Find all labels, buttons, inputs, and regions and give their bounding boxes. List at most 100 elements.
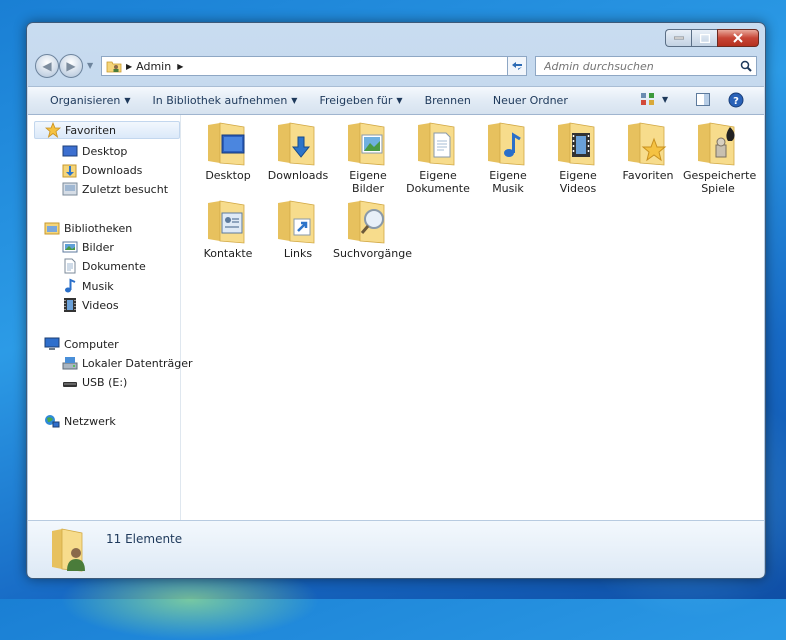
address-row: ◀ ▶ ▼ ▶ Admin ▶ ▼ — [33, 53, 759, 79]
close-button[interactable] — [717, 29, 759, 47]
music-folder-icon — [484, 119, 532, 167]
new-folder-label: Neuer Ordner — [492, 94, 568, 107]
folder-pictures[interactable]: Eigene Bilder — [333, 119, 403, 195]
breadcrumb-separator-icon: ▶ — [177, 61, 184, 71]
library-label: In Bibliothek aufnehmen — [152, 94, 288, 107]
view-options-button[interactable]: ▼ — [640, 92, 668, 106]
item-label: Eigene Musik — [489, 169, 527, 195]
nav-label: Downloads — [82, 163, 143, 177]
nav-downloads[interactable]: Downloads — [62, 161, 142, 179]
desktop-icon — [62, 143, 78, 159]
maximize-icon — [699, 33, 710, 43]
nav-desktop[interactable]: Desktop — [62, 142, 127, 160]
nav-music[interactable]: Musik — [62, 277, 114, 295]
nav-documents[interactable]: Dokumente — [62, 257, 146, 275]
chevron-down-icon: ▼ — [662, 94, 669, 104]
burn-button[interactable]: Brennen — [425, 94, 471, 107]
nav-videos[interactable]: Videos — [62, 296, 119, 314]
back-arrow-icon: ◀ — [42, 59, 52, 73]
nav-label: Computer — [64, 337, 119, 351]
organize-label: Organisieren — [50, 94, 121, 107]
breadcrumb-admin[interactable]: Admin — [136, 60, 171, 73]
usb-drive-icon — [62, 374, 78, 390]
organize-menu[interactable]: Organisieren ▼ — [50, 94, 130, 107]
item-label: Gespeicherte Spiele — [683, 169, 757, 195]
details-pane: 11 Elemente — [28, 520, 764, 578]
item-label: Eigene Videos — [559, 169, 597, 195]
refresh-button[interactable] — [507, 56, 527, 76]
nav-label: Zuletzt besucht — [82, 182, 169, 196]
folder-saved-games[interactable]: Gespeicherte Spiele — [683, 119, 757, 195]
navigation-pane: Favoriten Desktop Downloads Zuletzt besu… — [28, 115, 193, 520]
hard-drive-icon — [62, 355, 78, 371]
user-folder-icon — [106, 61, 122, 73]
recent-pages-chevron-icon[interactable]: ▼ — [87, 61, 93, 70]
nav-favorites[interactable]: Favoriten — [34, 121, 180, 139]
file-list: Desktop Downloads Eigene Bilder Eigene D… — [181, 115, 764, 520]
share-label: Freigeben für — [319, 94, 393, 107]
minimize-button[interactable] — [665, 29, 691, 47]
recent-places-icon — [62, 181, 78, 197]
nav-pictures[interactable]: Bilder — [62, 238, 114, 256]
favorites-folder-icon — [624, 119, 672, 167]
help-button[interactable]: ? — [728, 92, 744, 111]
explorer-window: ◀ ▶ ▼ ▶ Admin ▶ ▼ — [26, 22, 766, 579]
view-grid-icon — [641, 93, 654, 105]
nav-network[interactable]: Netzwerk — [44, 412, 116, 430]
nav-local-disk[interactable]: Lokaler Datenträger — [62, 354, 193, 372]
item-label: Downloads — [267, 169, 329, 182]
desktop-folder-icon — [204, 119, 252, 167]
nav-label: Favoriten — [65, 123, 116, 137]
saved-games-folder-icon — [694, 119, 742, 167]
user-folder-large-icon — [48, 525, 92, 576]
close-icon — [733, 33, 743, 43]
film-strip-icon — [62, 297, 78, 313]
caption-buttons — [665, 29, 759, 47]
pictures-folder-icon — [344, 119, 392, 167]
item-label: Eigene Bilder — [349, 169, 387, 195]
forward-button[interactable]: ▶ — [59, 54, 83, 78]
searches-folder-icon — [344, 197, 392, 245]
chevron-down-icon: ▼ — [396, 96, 403, 105]
search-input[interactable] — [542, 58, 734, 74]
nav-usb[interactable]: USB (E:) — [62, 373, 127, 391]
nav-label: Musik — [82, 279, 114, 293]
address-bar[interactable]: ▶ Admin ▶ ▼ — [101, 56, 527, 76]
nav-recent[interactable]: Zuletzt besucht — [62, 180, 168, 198]
help-icon: ? — [728, 92, 744, 108]
folder-searches[interactable]: Suchvorgänge — [333, 197, 412, 260]
folder-links[interactable]: Links — [263, 197, 333, 260]
maximize-button[interactable] — [691, 29, 717, 47]
chevron-down-icon: ▼ — [291, 96, 298, 105]
nav-libraries[interactable]: Bibliotheken — [44, 219, 132, 237]
folder-desktop[interactable]: Desktop — [193, 119, 263, 182]
back-button[interactable]: ◀ — [35, 54, 59, 78]
item-label: Eigene Dokumente — [406, 169, 470, 195]
documents-icon — [62, 258, 78, 274]
include-in-library-menu[interactable]: In Bibliothek aufnehmen ▼ — [152, 94, 297, 107]
chevron-down-icon: ▼ — [124, 96, 131, 105]
search-box[interactable] — [535, 56, 757, 76]
search-icon[interactable] — [740, 60, 752, 72]
folder-contacts[interactable]: Kontakte — [193, 197, 263, 260]
nav-computer[interactable]: Computer — [44, 335, 119, 353]
content-area: Favoriten Desktop Downloads Zuletzt besu… — [28, 115, 764, 520]
item-count: 11 Elemente — [106, 532, 183, 546]
new-folder-button[interactable]: Neuer Ordner — [493, 94, 568, 107]
folder-videos[interactable]: Eigene Videos — [543, 119, 613, 195]
item-label: Links — [283, 247, 313, 260]
downloads-folder-icon — [274, 119, 322, 167]
folder-documents[interactable]: Eigene Dokumente — [403, 119, 473, 195]
contacts-folder-icon — [204, 197, 252, 245]
share-menu[interactable]: Freigeben für ▼ — [319, 94, 402, 107]
command-bar: Organisieren ▼ In Bibliothek aufnehmen ▼… — [28, 86, 764, 115]
folder-music[interactable]: Eigene Musik — [473, 119, 543, 195]
nav-label: USB (E:) — [82, 375, 128, 389]
computer-icon — [44, 336, 60, 352]
links-folder-icon — [274, 197, 322, 245]
folder-favorites[interactable]: Favoriten — [613, 119, 683, 182]
folder-downloads[interactable]: Downloads — [263, 119, 333, 182]
nav-label: Netzwerk — [64, 414, 116, 428]
refresh-icon — [512, 62, 522, 70]
preview-pane-button[interactable] — [696, 93, 710, 109]
